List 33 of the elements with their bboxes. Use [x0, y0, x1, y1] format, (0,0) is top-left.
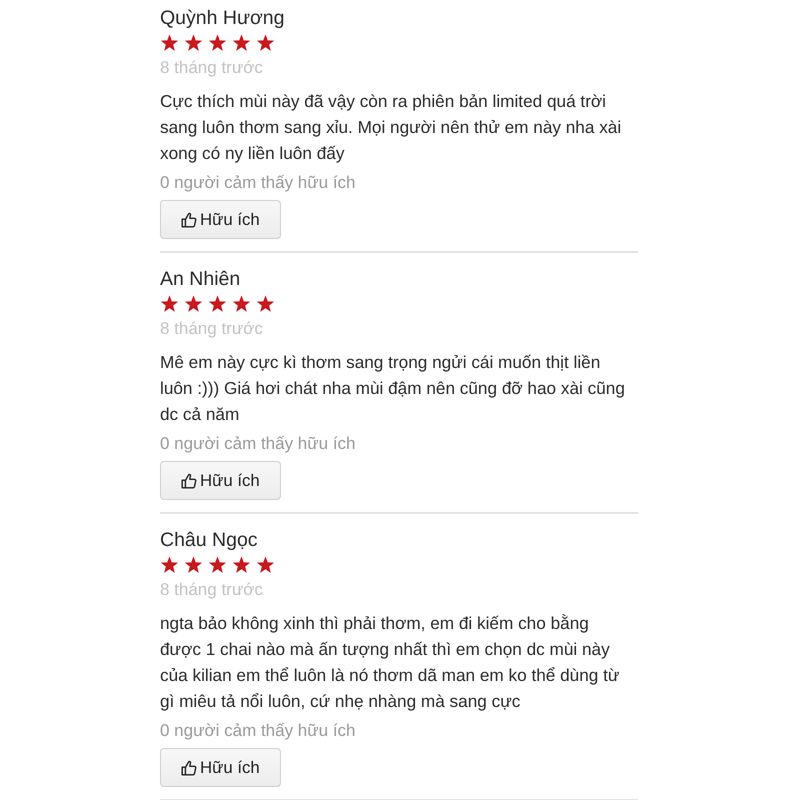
helpful-button[interactable]: Hữu ích [160, 461, 281, 500]
star-icon [256, 556, 275, 574]
thumbs-up-icon [181, 212, 197, 228]
star-icon [184, 556, 203, 574]
helpful-button[interactable]: Hữu ích [160, 748, 281, 787]
helpful-count: 0 người cảm thấy hữu ích [160, 434, 356, 454]
helpful-button[interactable]: Hữu ích [160, 200, 281, 239]
star-icon [232, 34, 251, 52]
star-icon [256, 295, 275, 313]
reviewer-name: An Nhiên [160, 268, 240, 290]
review-text: Cực thích mùi này đã vậy còn ra phiên bản limited quá trời sang luôn thơm sang xỉu. Mọi người nên thử em này nha xài xong có ny liền luôn đấy [160, 90, 622, 165]
star-icon [208, 556, 227, 574]
star-icon [160, 295, 179, 313]
star-icon [232, 556, 251, 574]
review-date: 8 tháng trước [160, 58, 263, 78]
review-date: 8 tháng trước [160, 319, 263, 339]
star-icon [184, 34, 203, 52]
review-date: 8 tháng trước [160, 580, 263, 600]
star-icon [160, 556, 179, 574]
star-icon [208, 34, 227, 52]
thumbs-up-icon [181, 472, 197, 488]
star-icon [184, 295, 203, 313]
star-icon [256, 34, 275, 52]
helpful-count: 0 người cảm thấy hữu ích [160, 721, 356, 741]
star-icon [160, 34, 179, 52]
review-text: ngta bảo không xinh thì phải thơm, em đi kiếm cho bằng được 1 chai nào mà ấn tượng nhất thì em chọn dc mùi này của kilian em thể luôn là nó thơm dã man em ko thể dùng từ gì miêu tả nổi luôn, cứ nhẹ nhàng mà sang cực [160, 612, 620, 713]
thumbs-up-icon [181, 760, 197, 776]
review-text: Mê em này cực kì thơm sang trọng ngửi cái muốn thịt liền luôn :))) Giá hơi chát nha mùi đậm nên cũng đỡ hao xài cũng dc cả năm [160, 351, 626, 426]
reviewer-name: Quỳnh Hương [160, 7, 284, 29]
star-icon [232, 295, 251, 313]
star-icon [208, 295, 227, 313]
helpful-count: 0 người cảm thấy hữu ích [160, 173, 356, 193]
reviewer-name: Châu Ngọc [160, 529, 258, 551]
